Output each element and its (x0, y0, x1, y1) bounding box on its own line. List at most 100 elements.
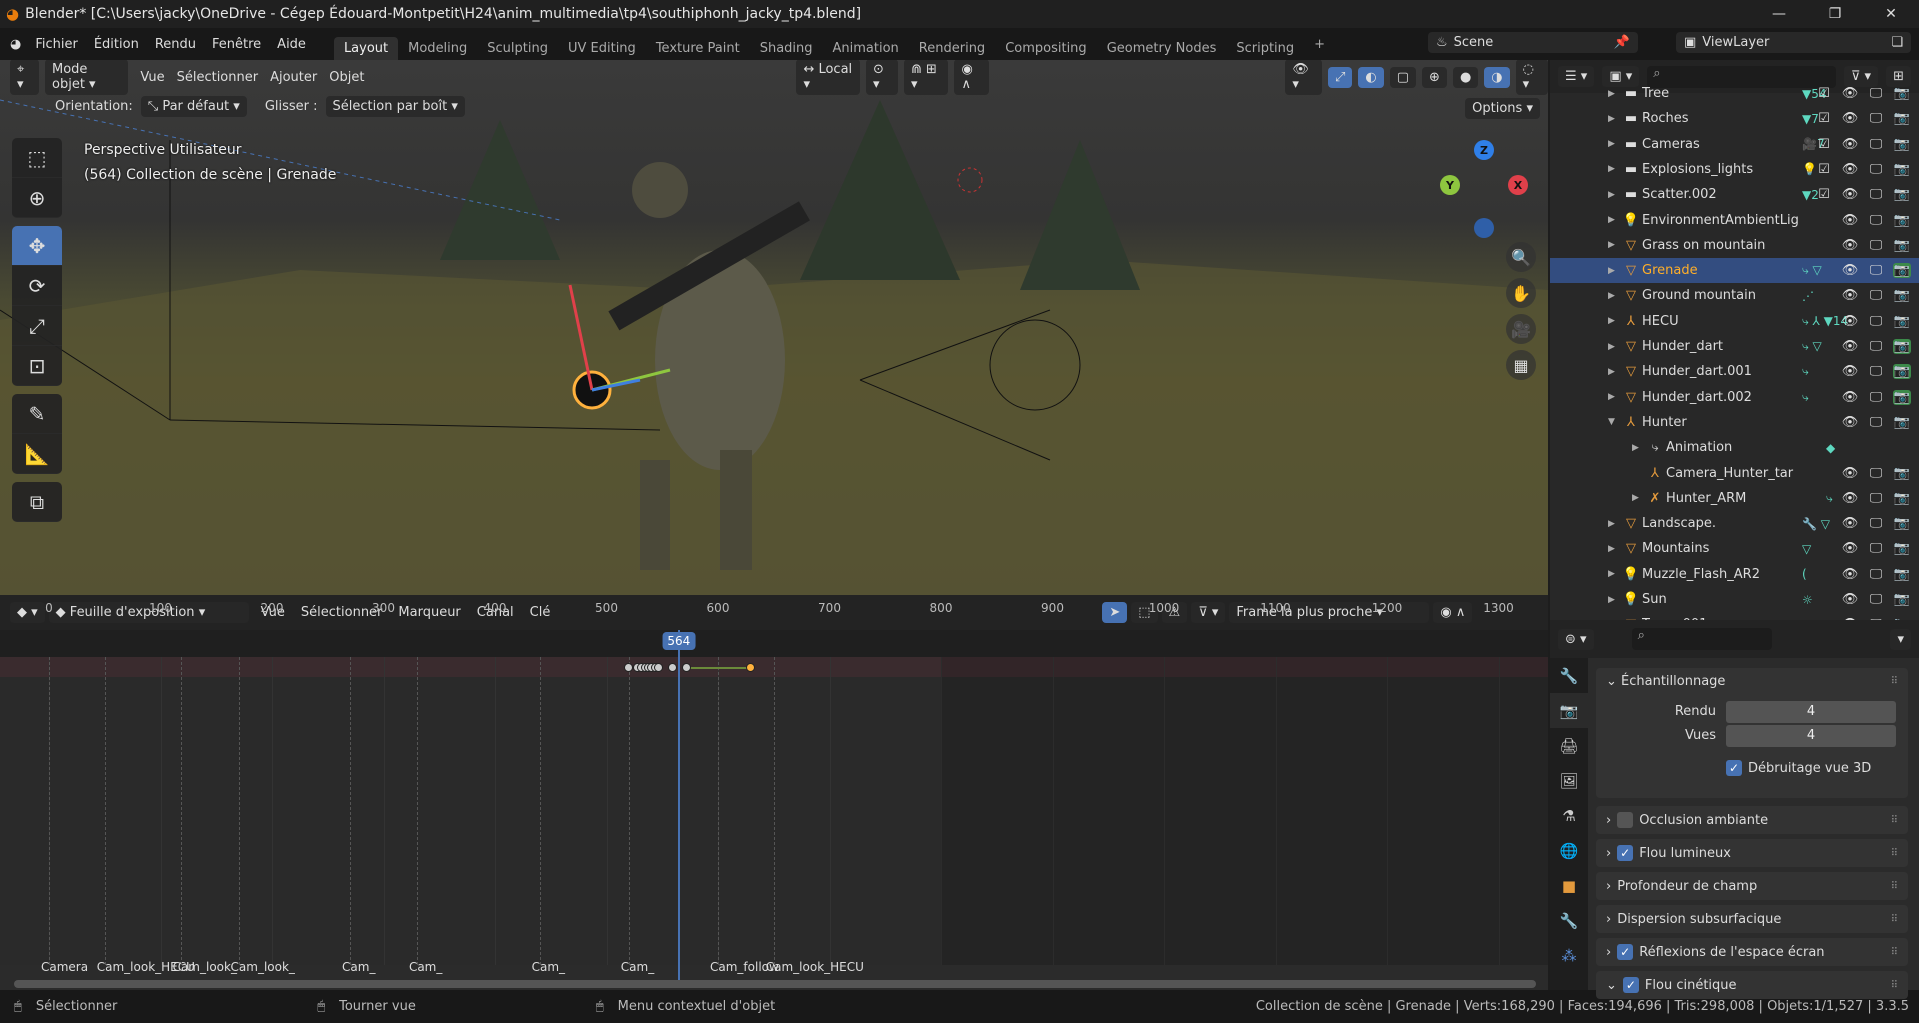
render-tab-icon[interactable]: 📷 (1550, 693, 1588, 728)
camera-view-icon[interactable]: 🎥 (1506, 314, 1536, 344)
axis-y[interactable]: Y (1440, 175, 1460, 195)
editor-type-button[interactable]: ◆ ▾ (10, 602, 45, 623)
drag-handle-icon[interactable]: ⠿ (1891, 947, 1898, 958)
keyframe[interactable] (681, 663, 691, 672)
visibility-eye-icon[interactable]: 👁 (1841, 541, 1859, 556)
viewport-monitor-icon[interactable]: 🖵 (1867, 592, 1885, 607)
render-camera-icon[interactable]: 📷 (1893, 187, 1911, 202)
outliner-item[interactable]: ▶ ▽ Grenade ⤷ ▽ 👁 🖵 📷 (1550, 258, 1919, 284)
viewport-monitor-icon[interactable]: 🖵 (1867, 466, 1885, 481)
workspace-tab[interactable]: UV Editing (558, 37, 646, 60)
visibility-eye-icon[interactable]: 👁 (1841, 137, 1859, 152)
properties-panel[interactable]: › Profondeur de champ ⠿ (1596, 872, 1908, 900)
collapse-arrow-icon[interactable]: ▼ (1608, 417, 1620, 427)
snap-button[interactable]: ⋒ ⊞ ▾ (903, 60, 949, 95)
cursor-tool[interactable]: ⊕ (12, 178, 62, 218)
render-camera-icon[interactable]: 📷 (1893, 491, 1911, 506)
orientation-dropdown[interactable]: ⤡ Par défaut ▾ (140, 96, 247, 117)
outliner-item[interactable]: ▶ ▽ Mountains ▽ 👁 🖵 📷 (1550, 536, 1919, 561)
view-layer-selector[interactable]: ▣ ViewLayer ❏ (1676, 32, 1911, 53)
dope-sheet-menu[interactable]: Marqueur (390, 605, 468, 620)
expand-arrow-icon[interactable]: ▶ (1608, 164, 1620, 174)
dope-sheet[interactable]: ◆ ▾ ◆ Feuille d'exposition ▾ Vue Sélectio… (0, 595, 1548, 990)
render-camera-icon[interactable]: 📷 (1893, 592, 1911, 607)
transform-orientation-selector[interactable]: ↔ Local ▾ (796, 60, 860, 95)
menu-rendu[interactable]: Rendu (147, 37, 204, 52)
workspace-tab[interactable]: Scripting (1226, 37, 1304, 60)
render-camera-icon[interactable]: 📷 (1893, 516, 1911, 531)
viewport-monitor-icon[interactable]: 🖵 (1867, 263, 1885, 278)
render-camera-icon[interactable]: 📷 (1893, 111, 1911, 126)
panel-checkbox[interactable]: ✓ (1617, 944, 1634, 960)
outliner-item[interactable]: ▶ ▬ Cameras 🎥7 ☑ 👁 🖵 📷 (1550, 132, 1919, 157)
viewport-monitor-icon[interactable]: 🖵 (1867, 213, 1885, 228)
maximize-button[interactable]: ❐ (1807, 0, 1863, 28)
outliner-item[interactable]: ▶ ▬ Tree ▼54 ☑ 👁 🖵 📷 (1550, 81, 1919, 106)
outliner-item[interactable]: ▶ ▬ Explosions_lights 💡 ☑ 👁 🖵 📷 (1550, 157, 1919, 182)
drag-handle-icon[interactable]: ⠿ (1891, 815, 1898, 826)
particles-tab-icon[interactable]: ⁂ (1550, 938, 1588, 973)
options-dropdown[interactable]: Options ▾ (1465, 98, 1540, 119)
visibility-eye-icon[interactable]: 👁 (1841, 592, 1859, 607)
menu-édition[interactable]: Édition (86, 37, 147, 52)
expand-arrow-icon[interactable]: ▶ (1608, 367, 1620, 377)
axis-z[interactable]: Z (1474, 140, 1494, 160)
viewport-monitor-icon[interactable]: 🖵 (1867, 364, 1885, 379)
visibility-eye-icon[interactable]: 👁 (1841, 314, 1859, 329)
outliner-item[interactable]: ▶ ▽ Hunder_dart.001 ⤷ 👁 🖵 📷 (1550, 359, 1919, 384)
outliner-item[interactable]: ▶ 💡 Muzzle_Flash_AR2(👁 🖵 📷 (1550, 562, 1919, 587)
select-box-tool[interactable]: ⬚ (12, 138, 62, 178)
filter-button[interactable]: ⊽ ▾ (1191, 602, 1226, 623)
render-camera-icon[interactable]: 📷 (1893, 466, 1911, 481)
render-camera-icon[interactable]: 📷 (1893, 364, 1911, 380)
expand-arrow-icon[interactable]: ▶ (1608, 114, 1620, 124)
expand-arrow-icon[interactable]: ▶ (1632, 443, 1644, 453)
render-camera-icon[interactable]: 📷 (1893, 162, 1911, 177)
outliner-item[interactable]: ▶ ⤷ Animation ◆ (1550, 435, 1919, 460)
visibility-button[interactable]: 👁 ▾ (1285, 60, 1322, 95)
viewport-samples-field[interactable]: 4 (1726, 725, 1896, 747)
render-camera-icon[interactable]: 📷 (1893, 415, 1911, 430)
visibility-eye-icon[interactable]: 👁 (1841, 567, 1859, 582)
viewport-monitor-icon[interactable]: 🖵 (1867, 390, 1885, 405)
denoise-checkbox[interactable]: ✓ Débruitage vue 3D (1726, 760, 1871, 776)
expand-arrow-icon[interactable]: ▶ (1608, 240, 1620, 250)
outliner-item[interactable]: ▶ 💡 Sun ☼ 👁 🖵 📷 (1550, 587, 1919, 612)
scene-tab-icon[interactable]: ⚗ (1550, 798, 1588, 833)
world-tab-icon[interactable]: 🌐 (1550, 833, 1588, 868)
visibility-eye-icon[interactable]: 👁 (1841, 466, 1859, 481)
viewport-menu[interactable]: Vue (134, 70, 170, 85)
properties-panel[interactable]: › ✓ Réflexions de l'espace écran ⠿ (1596, 938, 1908, 966)
pivot-point-button[interactable]: ⊙ ▾ (865, 60, 898, 95)
outliner-item[interactable]: ⅄ Camera_Hunter_tar 👁 🖵 📷 (1550, 461, 1919, 486)
proportional-edit-button[interactable]: ◉ ∧ (1433, 602, 1473, 623)
visibility-eye-icon[interactable]: 👁 (1841, 339, 1859, 354)
keyframe[interactable] (623, 663, 633, 672)
workspace-tab[interactable]: Animation (823, 37, 909, 60)
visibility-eye-icon[interactable]: 👁 (1841, 263, 1859, 278)
expand-arrow-icon[interactable]: ▶ (1608, 139, 1620, 149)
outliner-item[interactable]: ▶ ▬ Roches ▼7 ☑ 👁 🖵 📷 (1550, 106, 1919, 131)
blender-menu-icon[interactable]: ◕ (10, 37, 21, 52)
outliner-item[interactable]: ▶▽Tower.001▽👁🖵📷 (1550, 612, 1919, 620)
render-camera-icon[interactable]: 📷 (1893, 238, 1911, 253)
annotate-tool[interactable]: ✎ (12, 394, 62, 434)
shading-material[interactable]: ◑ (1484, 66, 1510, 88)
scene-selector[interactable]: ♨ Scene 📌 (1428, 32, 1638, 53)
pin-icon[interactable]: 📌 (1614, 35, 1630, 50)
copy-icon[interactable]: ❏ (1891, 35, 1903, 50)
render-camera-icon[interactable]: 📷 (1893, 86, 1911, 101)
render-camera-icon[interactable]: 📷 (1893, 567, 1911, 582)
panel-checkbox[interactable]: ✓ (1622, 977, 1639, 993)
visibility-eye-icon[interactable]: 👁 (1841, 162, 1859, 177)
outliner-item[interactable]: ▶ ▽ Ground mountain ⋰ 👁 🖵 📷 (1550, 283, 1919, 308)
dope-sheet-menu[interactable]: Clé (522, 605, 559, 620)
drag-handle-icon[interactable]: ⠿ (1891, 980, 1898, 991)
visibility-eye-icon[interactable]: 👁 (1841, 187, 1859, 202)
outliner[interactable]: ☰ ▾ ▣ ▾ ⌕ ⊽ ▾ ⊞ ▶ ▬ Tree ▼54 ☑ 👁 🖵 📷 ▶ ▬ Roches ▼7 ☑… (1550, 60, 1919, 620)
properties-panel[interactable]: › Dispersion subsurfacique ⠿ (1596, 905, 1908, 933)
outliner-item[interactable]: ▶ ▽ Grass on mountain 👁 🖵 📷 (1550, 233, 1919, 258)
viewport-monitor-icon[interactable]: 🖵 (1867, 86, 1885, 101)
drag-dropdown[interactable]: Sélection par boît ▾ (325, 96, 465, 117)
timeline-marker[interactable]: Cam_look_ (231, 960, 295, 974)
